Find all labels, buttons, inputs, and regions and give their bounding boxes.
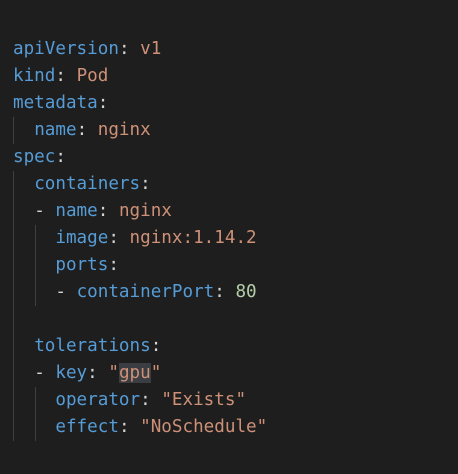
indent-guide: [13, 360, 14, 387]
code-editor[interactable]: apiVersion: v1 kind: Pod metadata: name:…: [0, 0, 458, 474]
yaml-key: key: [55, 363, 88, 383]
yaml-value: Pod: [76, 66, 109, 86]
yaml-dash: -: [34, 363, 56, 383]
code-line-12: tolerations:: [13, 333, 267, 360]
indent-guide: [35, 252, 36, 279]
yaml-value: nginx: [97, 120, 151, 140]
yaml-value: "NoSchedule": [140, 417, 268, 437]
yaml-key: operator: [55, 390, 141, 410]
yaml-value: nginx:1.14.2: [129, 228, 257, 248]
indent-guide: [13, 117, 14, 144]
selection-highlight: gpu: [118, 363, 151, 383]
code-line-7: - name: nginx: [13, 198, 267, 225]
yaml-value: 80: [235, 282, 257, 302]
indent-guide: [13, 333, 14, 360]
yaml-value: v1: [140, 39, 162, 59]
code-line-14: operator: "Exists": [13, 387, 267, 414]
indent-guide: [13, 279, 14, 306]
yaml-key: image: [55, 228, 109, 248]
yaml-key: name: [34, 120, 77, 140]
indent-guide: [13, 252, 14, 279]
yaml-key: spec: [13, 147, 56, 167]
code-line-9: ports:: [13, 252, 267, 279]
code-line-10: - containerPort: 80: [13, 279, 267, 306]
code-line-3: metadata:: [13, 93, 109, 113]
yaml-dash: -: [55, 282, 77, 302]
code-area[interactable]: apiVersion: v1 kind: Pod metadata: name:…: [13, 36, 267, 441]
yaml-key: ports: [55, 255, 109, 275]
indent-guide: [35, 225, 36, 252]
code-line-11: [13, 306, 267, 333]
yaml-key: tolerations: [34, 336, 151, 356]
yaml-key: metadata: [13, 93, 98, 113]
yaml-value: "Exists": [161, 390, 247, 410]
indent-guide: [13, 198, 14, 225]
indent-guide: [13, 387, 14, 414]
indent-guide: [13, 171, 14, 198]
yaml-key: effect: [55, 417, 119, 437]
yaml-key: containerPort: [76, 282, 215, 302]
yaml-key: name: [55, 201, 98, 221]
code-line-2: kind: Pod: [13, 66, 109, 86]
code-line-8: image: nginx:1.14.2: [13, 225, 267, 252]
code-line-13: - key: "gpu": [13, 360, 267, 387]
yaml-key: kind: [13, 66, 56, 86]
yaml-value: nginx: [118, 201, 172, 221]
indent-guide: [13, 225, 14, 252]
code-line-5: spec:: [13, 147, 66, 167]
indent-guide: [35, 279, 36, 306]
indent-guide: [35, 387, 36, 414]
indent-guide: [35, 414, 36, 441]
yaml-key: containers: [34, 174, 141, 194]
code-line-6: containers:: [13, 171, 267, 198]
code-line-15: effect: "NoSchedule": [13, 414, 267, 441]
code-line-1: apiVersion: v1: [13, 39, 162, 59]
yaml-dash: -: [34, 201, 56, 221]
indent-guide: [13, 414, 14, 441]
indent-guide: [13, 306, 14, 333]
code-line-4: name: nginx: [13, 117, 267, 144]
yaml-key: apiVersion: [13, 39, 119, 59]
